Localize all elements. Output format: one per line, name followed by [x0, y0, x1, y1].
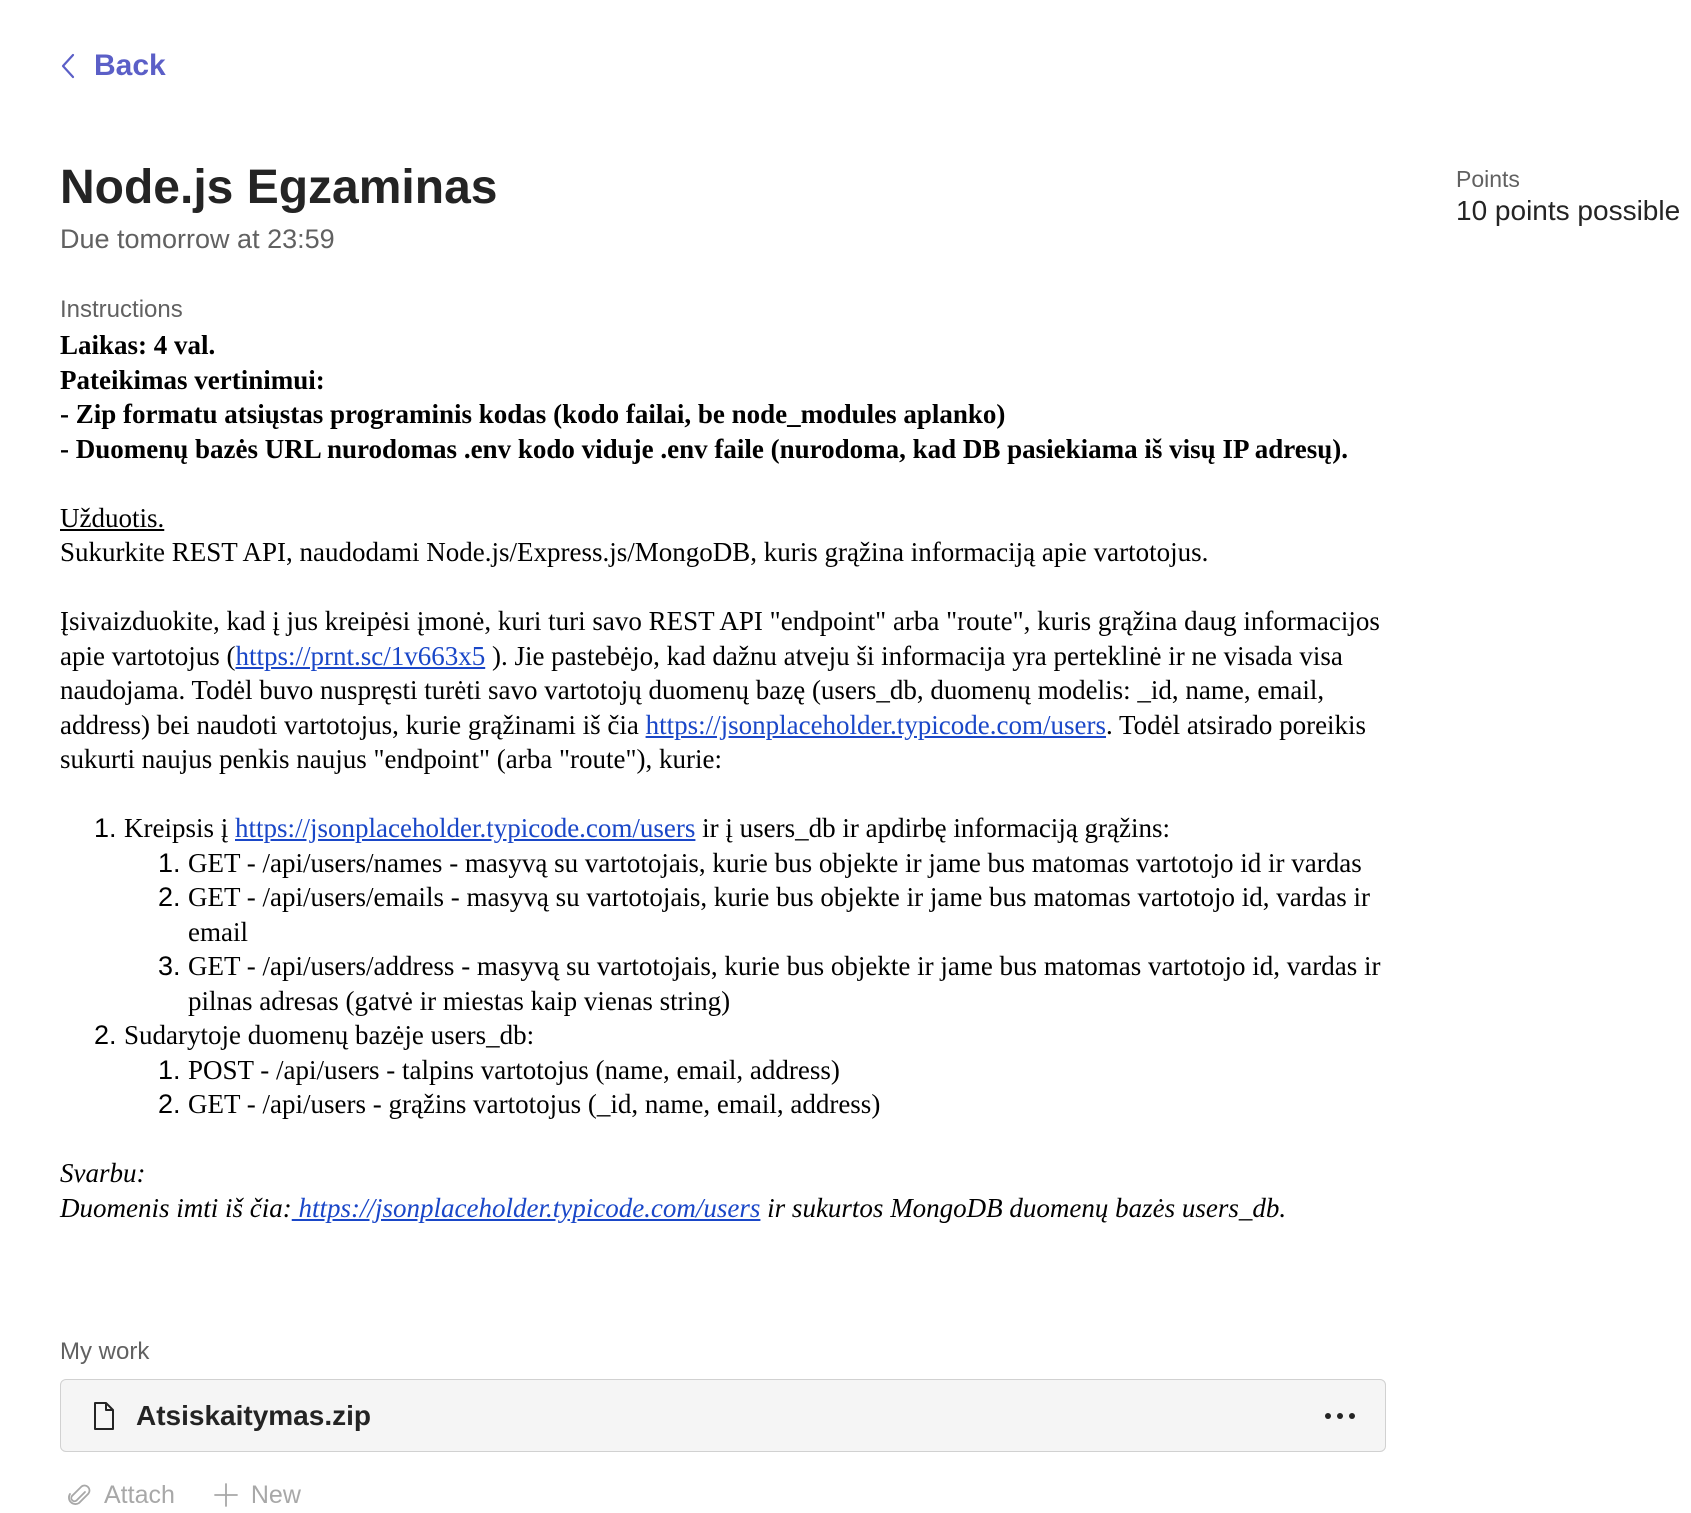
new-label: New [250, 1480, 301, 1509]
instructions-label: Instructions [60, 296, 183, 323]
instruction-time: Laikas: 4 val. [60, 330, 216, 360]
assignment-title: Node.js Egzaminas [60, 161, 498, 214]
back-button[interactable]: Back [60, 44, 166, 88]
endpoint-list: Kreipsis į https://jsonplaceholder.typic… [60, 811, 1400, 1122]
list-item: GET - /api/users/emails - masyvą su vart… [188, 880, 1400, 949]
important-label: Svarbu: [60, 1158, 146, 1188]
list-item: GET - /api/users - grąžins vartotojus (_… [188, 1087, 1400, 1122]
jsonplaceholder-link[interactable]: https://jsonplaceholder.typicode.com/use… [646, 710, 1106, 740]
list-item: Sudarytoje duomenų bazėje users_db: POST… [124, 1018, 1400, 1122]
work-actions: Attach New [66, 1477, 339, 1513]
more-horizontal-icon[interactable] [1323, 1411, 1357, 1421]
sub-list: POST - /api/users - talpins vartotojus (… [124, 1053, 1400, 1122]
important-note: Duomenis imti iš čia: https://jsonplaceh… [60, 1192, 1287, 1223]
sub-list: GET - /api/users/names - masyvą su varto… [124, 846, 1400, 1019]
due-date: Due tomorrow at 23:59 [60, 224, 335, 254]
chevron-left-icon [60, 53, 76, 79]
list-item: GET - /api/users/names - masyvą su varto… [188, 846, 1400, 881]
file-name: Atsiskaitymas.zip [136, 1399, 371, 1431]
instructions-body: Laikas: 4 val. Pateikimas vertinimui: - … [60, 328, 1400, 1225]
points-value: 10 points possible [1456, 195, 1681, 226]
plus-icon [213, 1482, 239, 1508]
list-item: POST - /api/users - talpins vartotojus (… [188, 1053, 1400, 1088]
points-label: Points [1456, 166, 1520, 192]
points-panel: Points 10 points possible [1456, 166, 1680, 227]
jsonplaceholder-link[interactable]: https://jsonplaceholder.typicode.com/use… [235, 813, 695, 843]
paperclip-icon [66, 1482, 92, 1508]
screenshot-link[interactable]: https://prnt.sc/1v663x5 [235, 641, 485, 671]
task-heading: Užduotis. [60, 502, 165, 533]
document-icon [92, 1401, 116, 1431]
my-work-label: My work [60, 1338, 150, 1365]
instruction-zip: - Zip formatu atsiųstas programinis koda… [60, 399, 1006, 429]
list-item: Kreipsis į https://jsonplaceholder.typic… [124, 811, 1400, 1018]
attach-label: Attach [104, 1480, 175, 1509]
instruction-db-url: - Duomenų bazės URL nurodomas .env kodo … [60, 433, 1348, 464]
list-item: GET - /api/users/address - masyvą su var… [188, 949, 1400, 1018]
back-label: Back [94, 49, 166, 82]
task-description: Įsivaizduokite, kad į jus kreipėsi įmonė… [60, 606, 1380, 774]
new-button[interactable]: New [213, 1481, 301, 1510]
attached-file[interactable]: Atsiskaitymas.zip [60, 1379, 1386, 1452]
task-text: Sukurkite REST API, naudodami Node.js/Ex… [60, 537, 1209, 567]
attach-button[interactable]: Attach [66, 1481, 175, 1510]
jsonplaceholder-link[interactable]: https://jsonplaceholder.typicode.com/use… [292, 1193, 760, 1223]
instruction-submission: Pateikimas vertinimui: [60, 364, 325, 395]
